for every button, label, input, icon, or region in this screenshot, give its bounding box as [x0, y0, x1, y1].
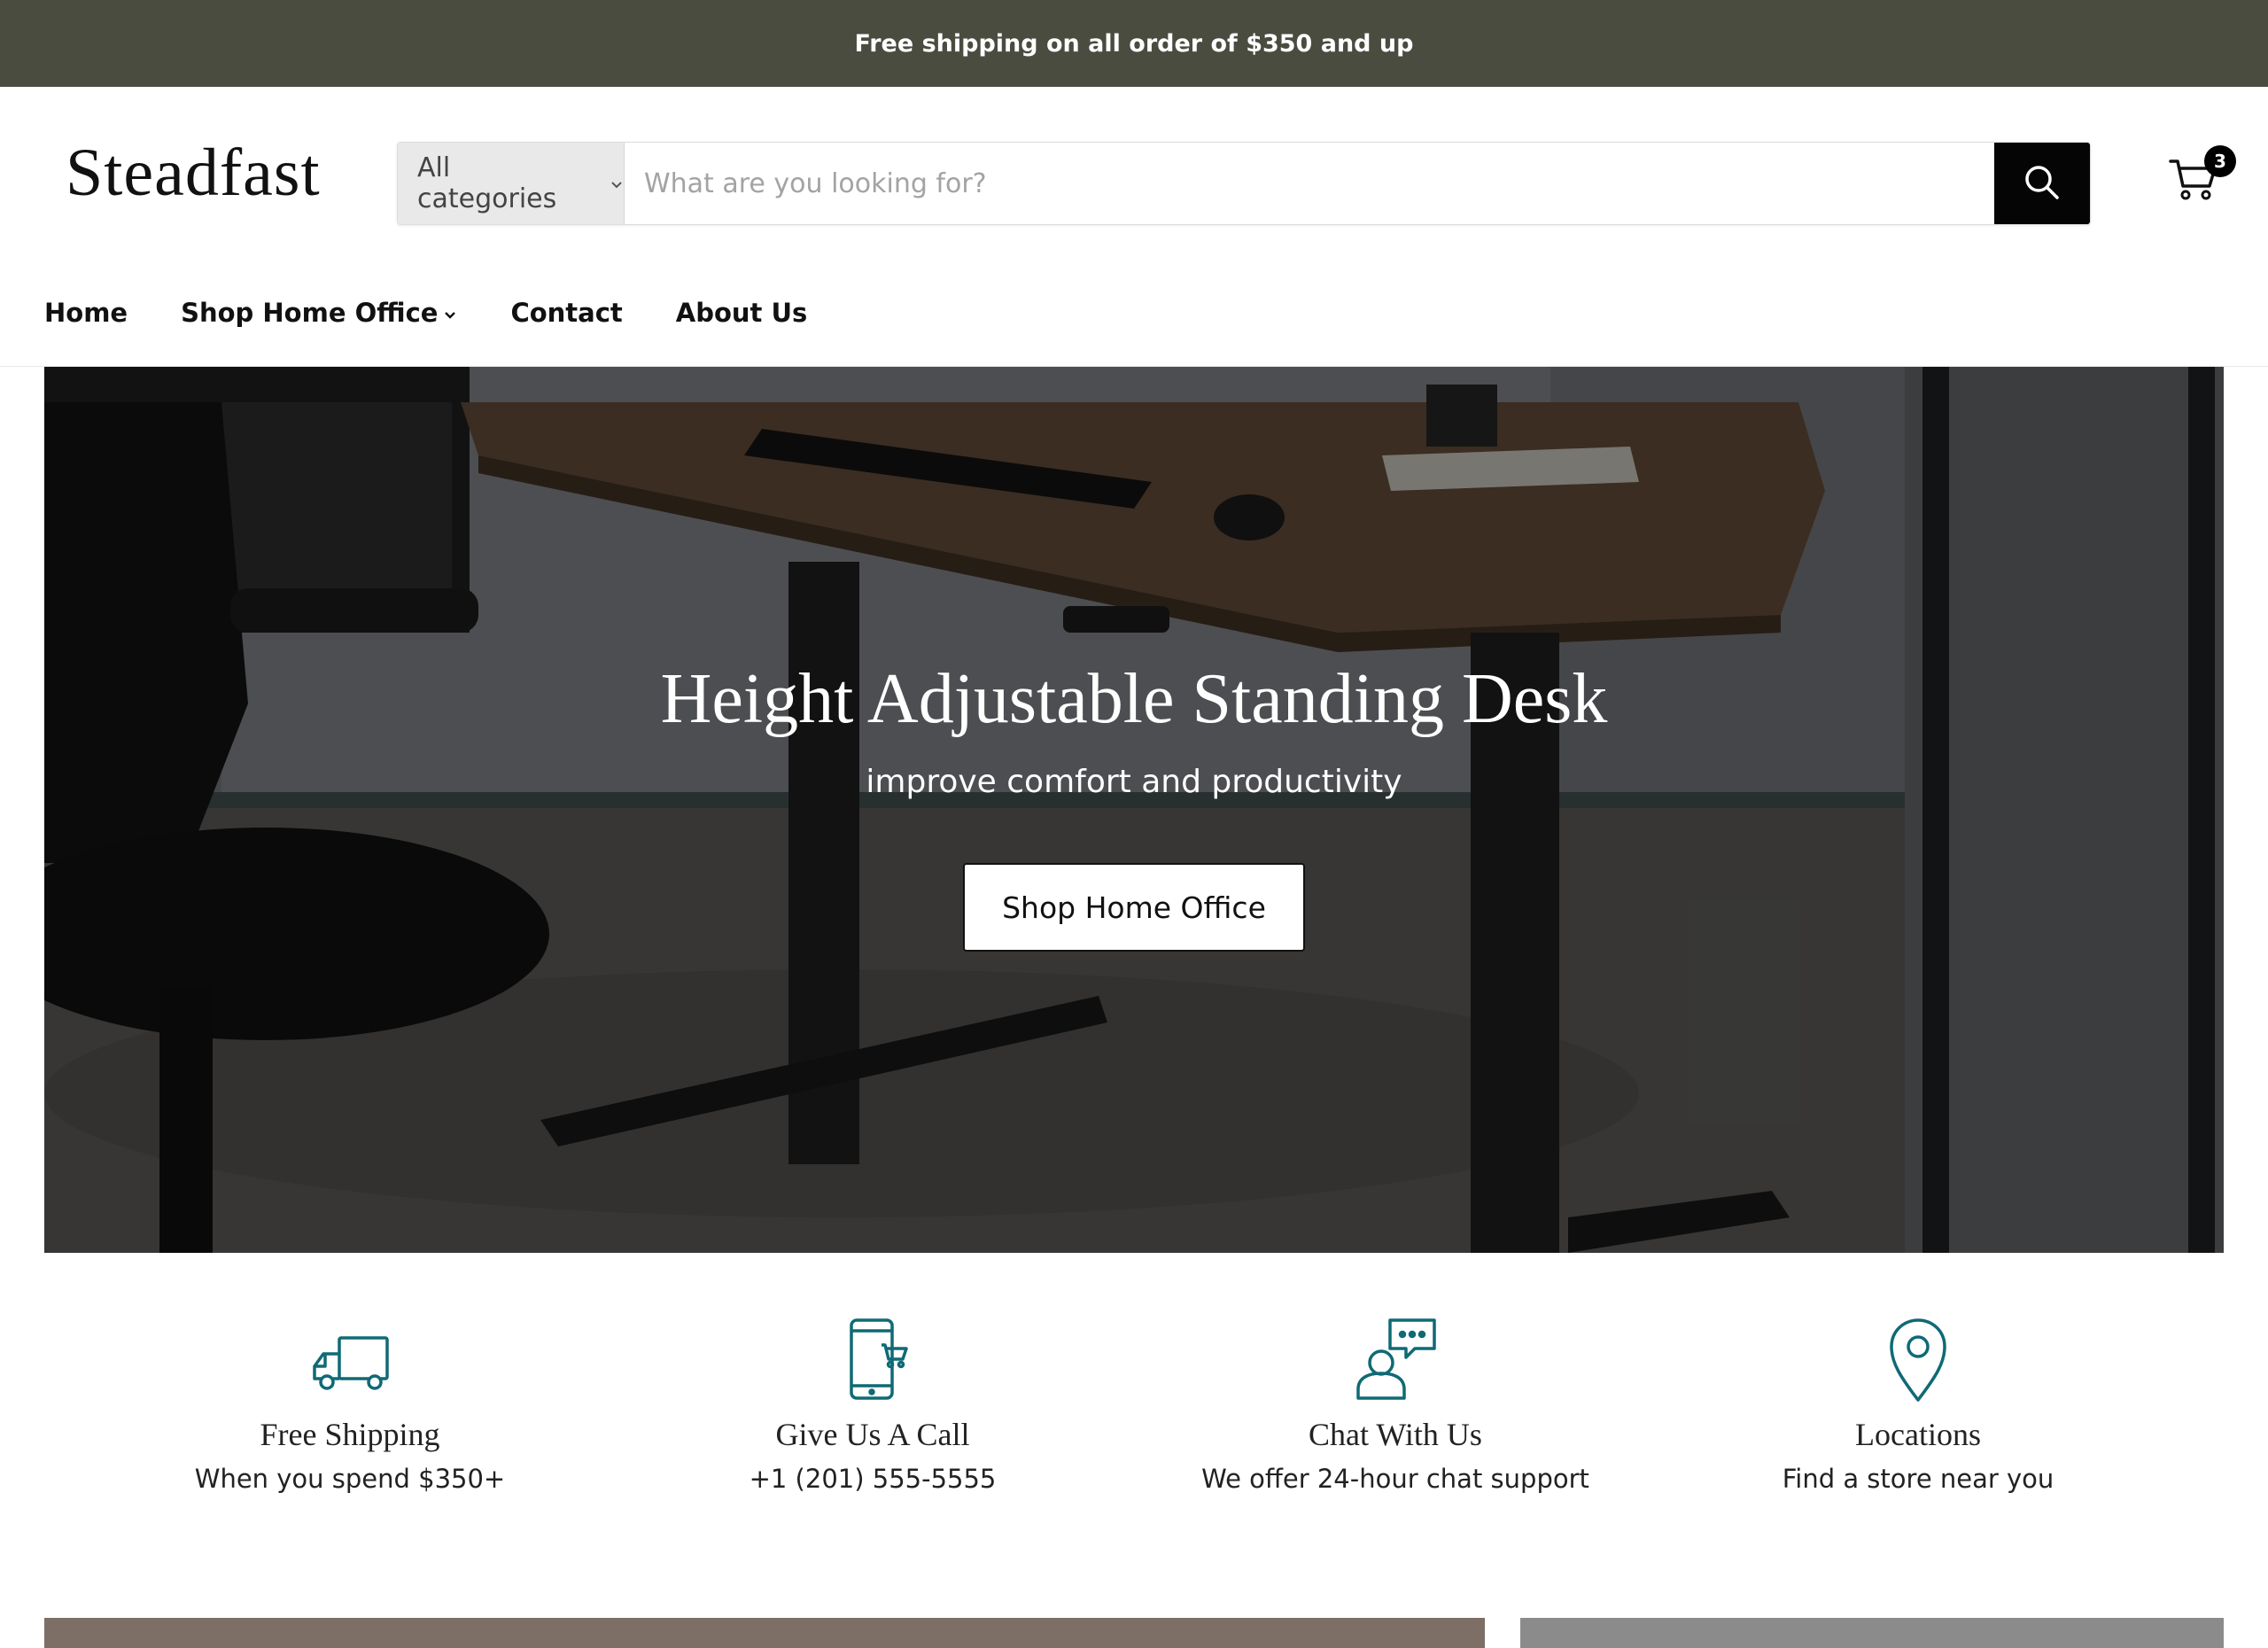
announcement-bar: Free shipping on all order of $350 and u… [0, 0, 2268, 87]
feature-title: Chat With Us [1309, 1417, 1482, 1452]
search-bar: All categories [397, 142, 2091, 225]
promo-tile-right[interactable] [1520, 1618, 2224, 1648]
nav-item-label: Contact [510, 298, 623, 328]
chat-support-icon [1130, 1315, 1661, 1403]
nav-item-home[interactable]: Home [44, 298, 128, 328]
nav-item-about-us[interactable]: About Us [676, 298, 808, 328]
nav-item-shop-home-office[interactable]: Shop Home Office [181, 298, 457, 328]
phone-cart-icon [607, 1315, 1138, 1403]
feature-free-shipping: Free Shipping When you spend $350+ [84, 1315, 616, 1494]
chevron-down-icon [443, 298, 457, 328]
nav-item-label: About Us [675, 298, 808, 328]
site-header: Steadfast All categories 3 [0, 87, 2268, 367]
feature-description: When you spend $350+ [194, 1464, 506, 1494]
hero-subtitle: improve comfort and productivity [866, 764, 1402, 800]
feature-title: Locations [1855, 1417, 1981, 1452]
cart-count-badge: 3 [2204, 145, 2236, 177]
feature-title: Free Shipping [260, 1417, 440, 1452]
feature-give-us-a-call[interactable]: Give Us A Call +1 (201) 555-5555 [607, 1315, 1138, 1494]
search-button[interactable] [1994, 143, 2090, 224]
search-icon [2023, 163, 2062, 205]
truck-icon [84, 1315, 616, 1403]
features-row: Free Shipping When you spend $350+ Give … [0, 1253, 2268, 1607]
main-nav: Home Shop Home Office Contact About Us [44, 298, 807, 328]
feature-description: We offer 24-hour chat support [1201, 1464, 1589, 1494]
feature-locations[interactable]: Locations Find a store near you [1652, 1315, 2184, 1494]
promo-tile-left[interactable] [44, 1618, 1485, 1648]
feature-chat-with-us[interactable]: Chat With Us We offer 24-hour chat suppo… [1130, 1315, 1661, 1494]
nav-item-contact[interactable]: Contact [510, 298, 622, 328]
category-select[interactable]: All categories [398, 143, 625, 224]
site-logo[interactable]: Steadfast [66, 135, 321, 212]
shop-home-office-button[interactable]: Shop Home Office [963, 863, 1305, 952]
hero-overlay [44, 367, 2224, 1253]
hero-banner: Height Adjustable Standing Desk improve … [44, 367, 2224, 1253]
chevron-down-icon [610, 168, 624, 199]
nav-item-label: Shop Home Office [181, 298, 439, 328]
nav-item-label: Home [44, 298, 128, 328]
announcement-text: Free shipping on all order of $350 and u… [854, 29, 1414, 58]
cart-button[interactable]: 3 [2167, 145, 2236, 213]
location-pin-icon [1652, 1315, 2184, 1403]
feature-title: Give Us A Call [775, 1417, 970, 1452]
search-input[interactable] [625, 143, 1994, 224]
hero-title: Height Adjustable Standing Desk [660, 660, 1608, 738]
feature-description: +1 (201) 555-5555 [749, 1464, 997, 1494]
category-select-label: All categories [417, 152, 557, 214]
feature-description: Find a store near you [1782, 1464, 2054, 1494]
cart-icon [2167, 159, 2220, 207]
